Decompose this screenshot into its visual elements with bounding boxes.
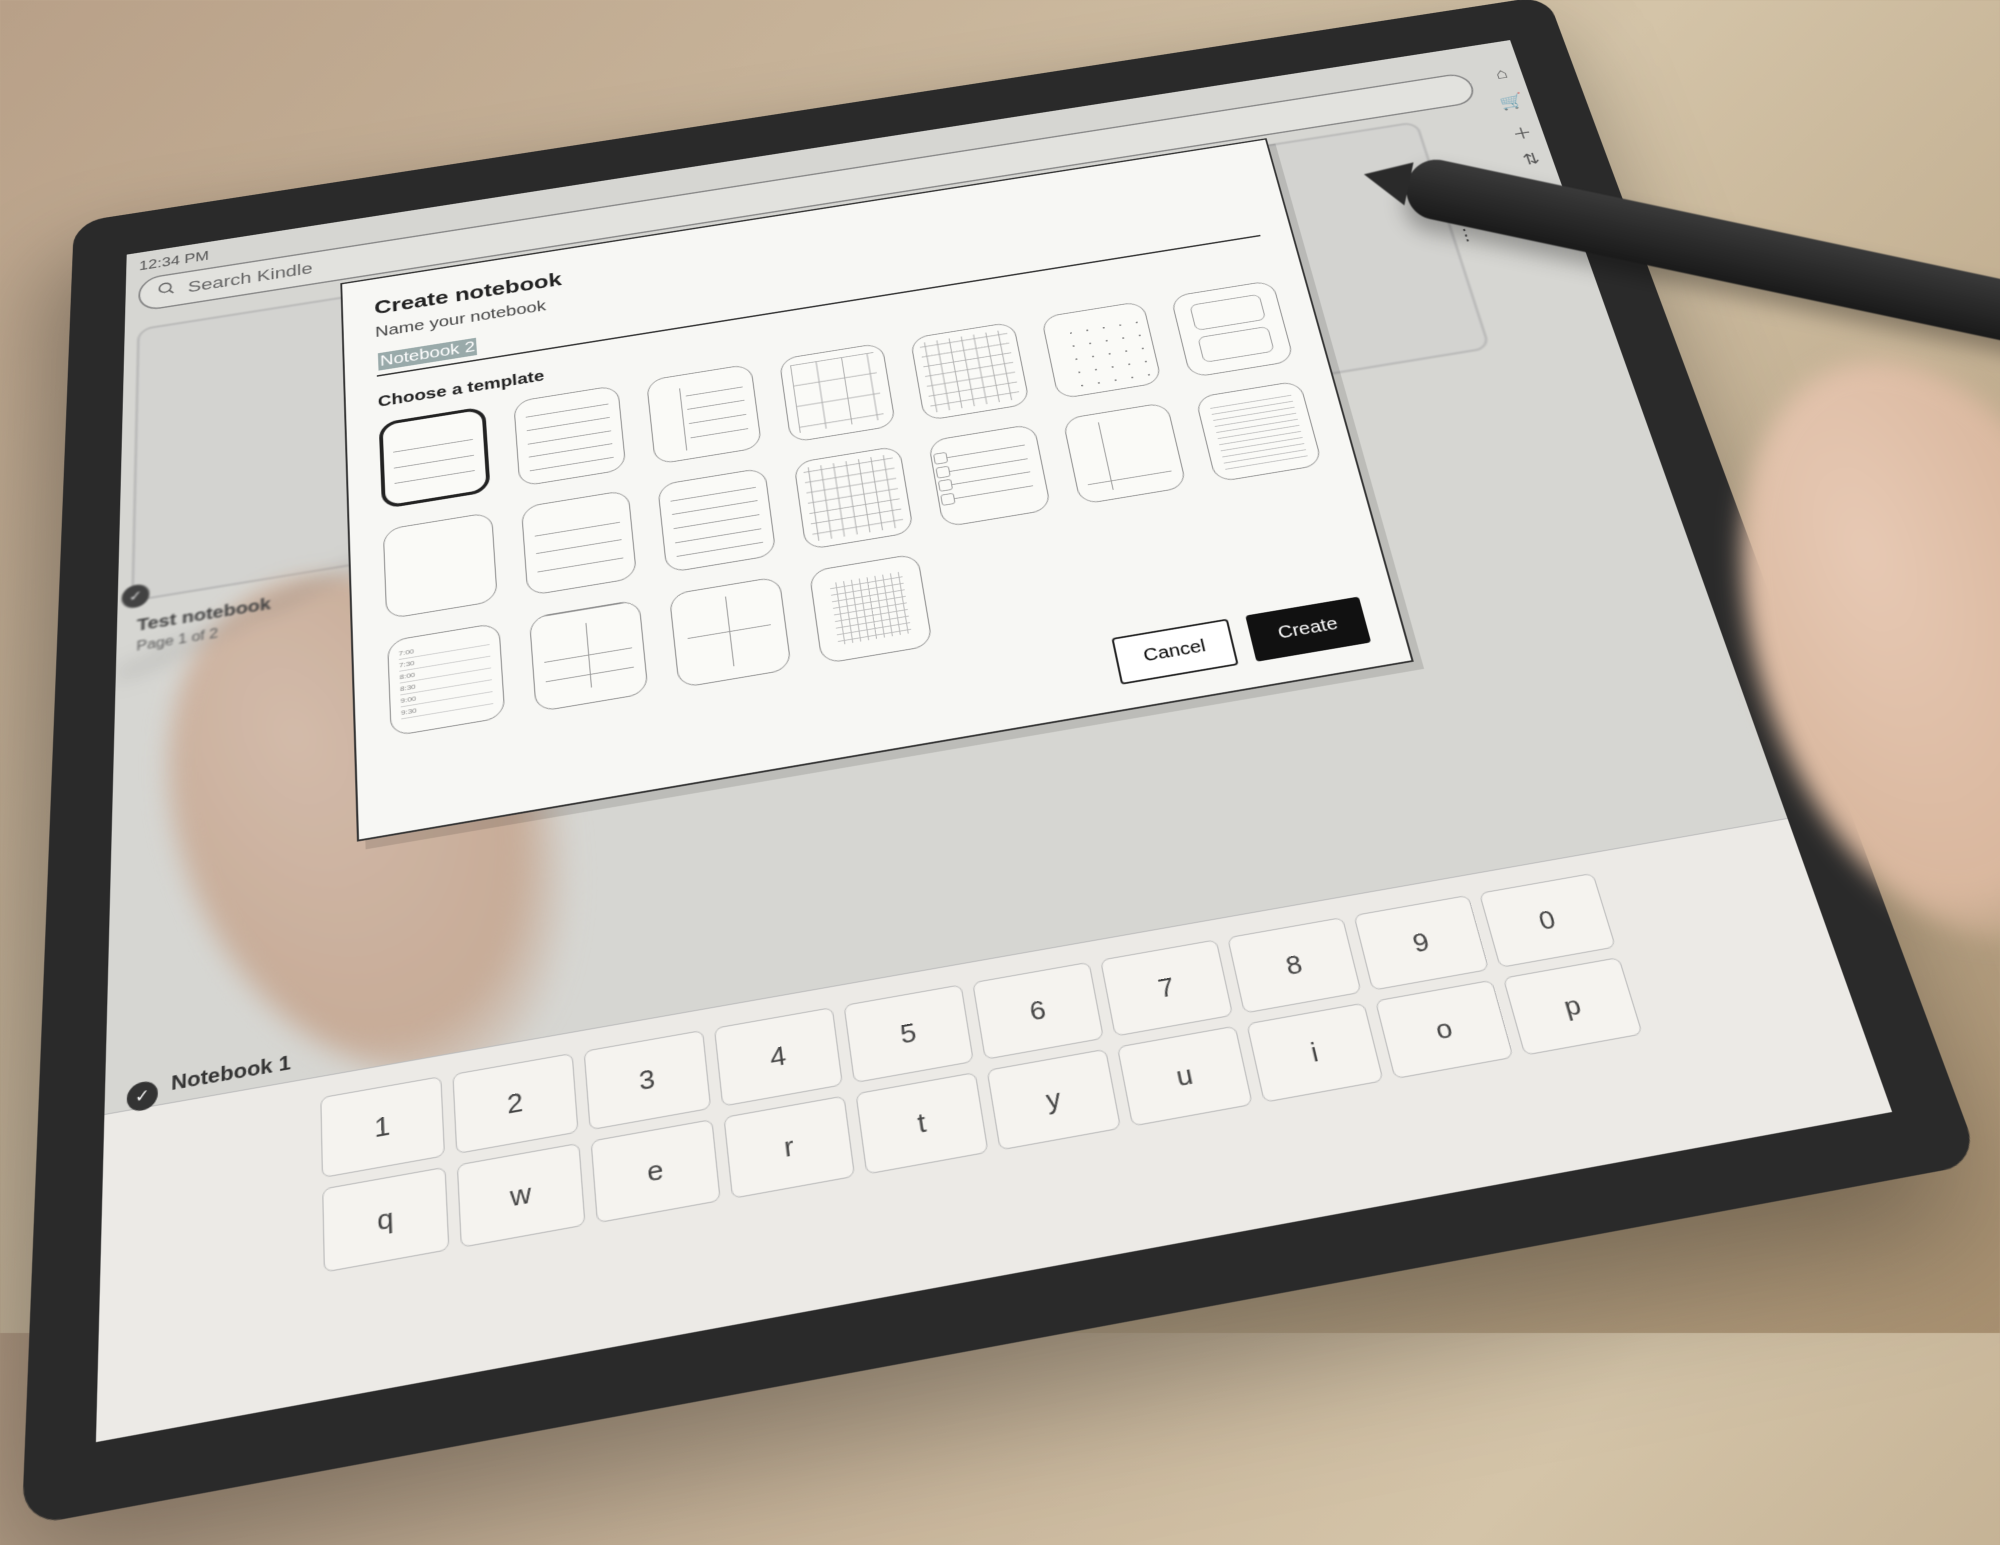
create-button[interactable]: Create — [1245, 596, 1371, 661]
key-3[interactable]: 3 — [584, 1030, 712, 1131]
template-two-box[interactable] — [1171, 280, 1295, 378]
template-blank[interactable] — [383, 512, 498, 620]
key-7[interactable]: 7 — [1100, 939, 1233, 1036]
template-two-col-lines[interactable] — [528, 599, 648, 712]
key-o[interactable]: o — [1375, 980, 1514, 1079]
template-blank-lines-sparse[interactable] — [379, 406, 491, 509]
template-dots[interactable] — [1041, 301, 1163, 400]
search-icon — [157, 280, 177, 303]
key-2[interactable]: 2 — [452, 1053, 578, 1154]
search-placeholder: Search Kindle — [188, 259, 313, 296]
template-grid-dense[interactable] — [793, 445, 914, 550]
key-e[interactable]: e — [591, 1119, 721, 1223]
template-grid-medium[interactable] — [910, 322, 1030, 421]
sync-check-icon: ✓ — [121, 583, 149, 610]
template-schedule[interactable]: 7:007:308:008:309:009:30 — [387, 623, 505, 737]
template-grid-large[interactable] — [778, 342, 896, 442]
template-dense-lines[interactable] — [1195, 380, 1323, 483]
template-graph-small[interactable] — [808, 553, 933, 664]
key-w[interactable]: w — [457, 1143, 586, 1248]
key-r[interactable]: r — [723, 1095, 855, 1199]
key-5[interactable]: 5 — [843, 984, 974, 1083]
key-q[interactable]: q — [322, 1167, 449, 1273]
key-u[interactable]: u — [1117, 1026, 1253, 1127]
key-1[interactable]: 1 — [320, 1076, 445, 1178]
notebook-name-value: Notebook 2 — [378, 338, 477, 371]
key-0[interactable]: 0 — [1479, 873, 1616, 968]
template-lines-margin[interactable] — [646, 364, 762, 465]
key-t[interactable]: t — [855, 1072, 988, 1175]
template-lines-medium[interactable] — [513, 385, 627, 487]
template-lines-dense[interactable] — [657, 467, 776, 573]
template-lines-wide[interactable] — [520, 489, 637, 596]
template-cornell[interactable] — [1062, 402, 1188, 506]
key-y[interactable]: y — [987, 1049, 1122, 1151]
cancel-button[interactable]: Cancel — [1111, 618, 1239, 684]
template-four-quadrant[interactable] — [669, 576, 792, 688]
key-8[interactable]: 8 — [1227, 917, 1362, 1014]
key-4[interactable]: 4 — [714, 1007, 843, 1107]
home-icon[interactable]: ⌂ — [1487, 64, 1515, 84]
template-checklist[interactable] — [928, 423, 1051, 527]
key-9[interactable]: 9 — [1353, 895, 1489, 991]
key-6[interactable]: 6 — [972, 962, 1104, 1060]
key-i[interactable]: i — [1246, 1003, 1384, 1103]
cart-icon[interactable]: 🛒 — [1497, 92, 1525, 112]
key-p[interactable]: p — [1503, 957, 1643, 1056]
